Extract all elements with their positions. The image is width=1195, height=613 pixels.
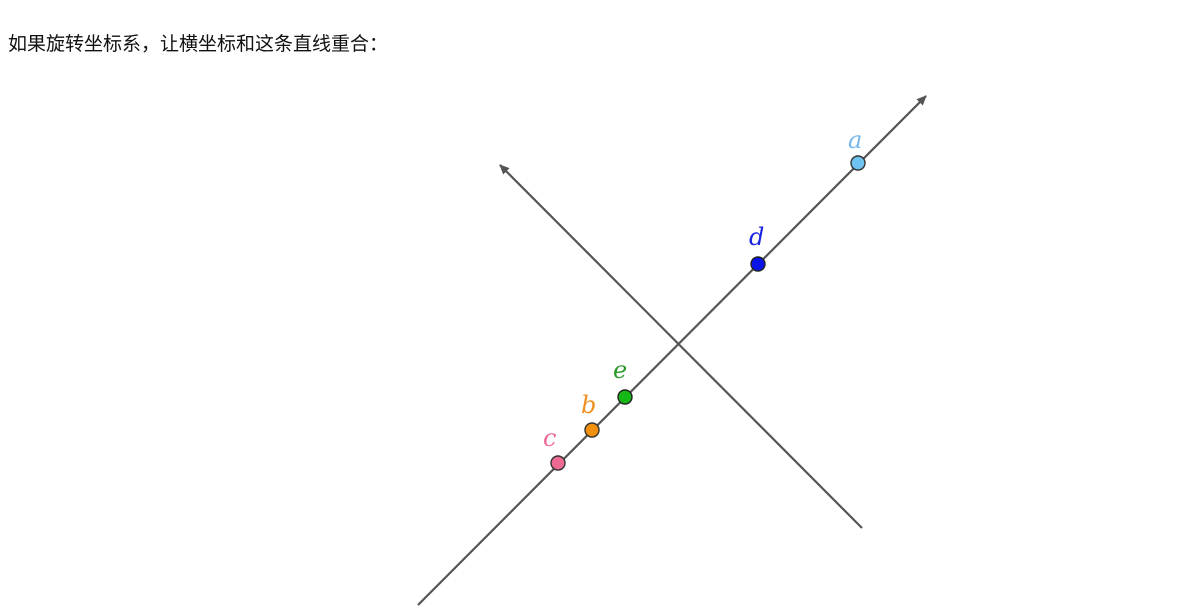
- point-a-marker: [850, 155, 866, 171]
- rotated-axes-diagram: a d e b c: [417, 95, 927, 606]
- point-b: b: [581, 391, 600, 438]
- point-e-label: e: [613, 356, 627, 384]
- point-c-label: c: [543, 424, 556, 452]
- rotated-y-axis-line: [499, 164, 863, 529]
- point-a-label: a: [848, 126, 862, 154]
- rotated-x-axis-line: [417, 95, 927, 606]
- point-a: a: [848, 126, 866, 171]
- point-d-label: d: [749, 223, 764, 251]
- point-d-marker: [750, 256, 766, 272]
- point-b-label: b: [581, 391, 596, 419]
- point-d: d: [749, 223, 766, 272]
- point-c: c: [543, 424, 566, 471]
- point-c-marker: [550, 455, 566, 471]
- point-e-marker: [617, 389, 633, 405]
- point-b-marker: [584, 422, 600, 438]
- point-e: e: [613, 356, 633, 405]
